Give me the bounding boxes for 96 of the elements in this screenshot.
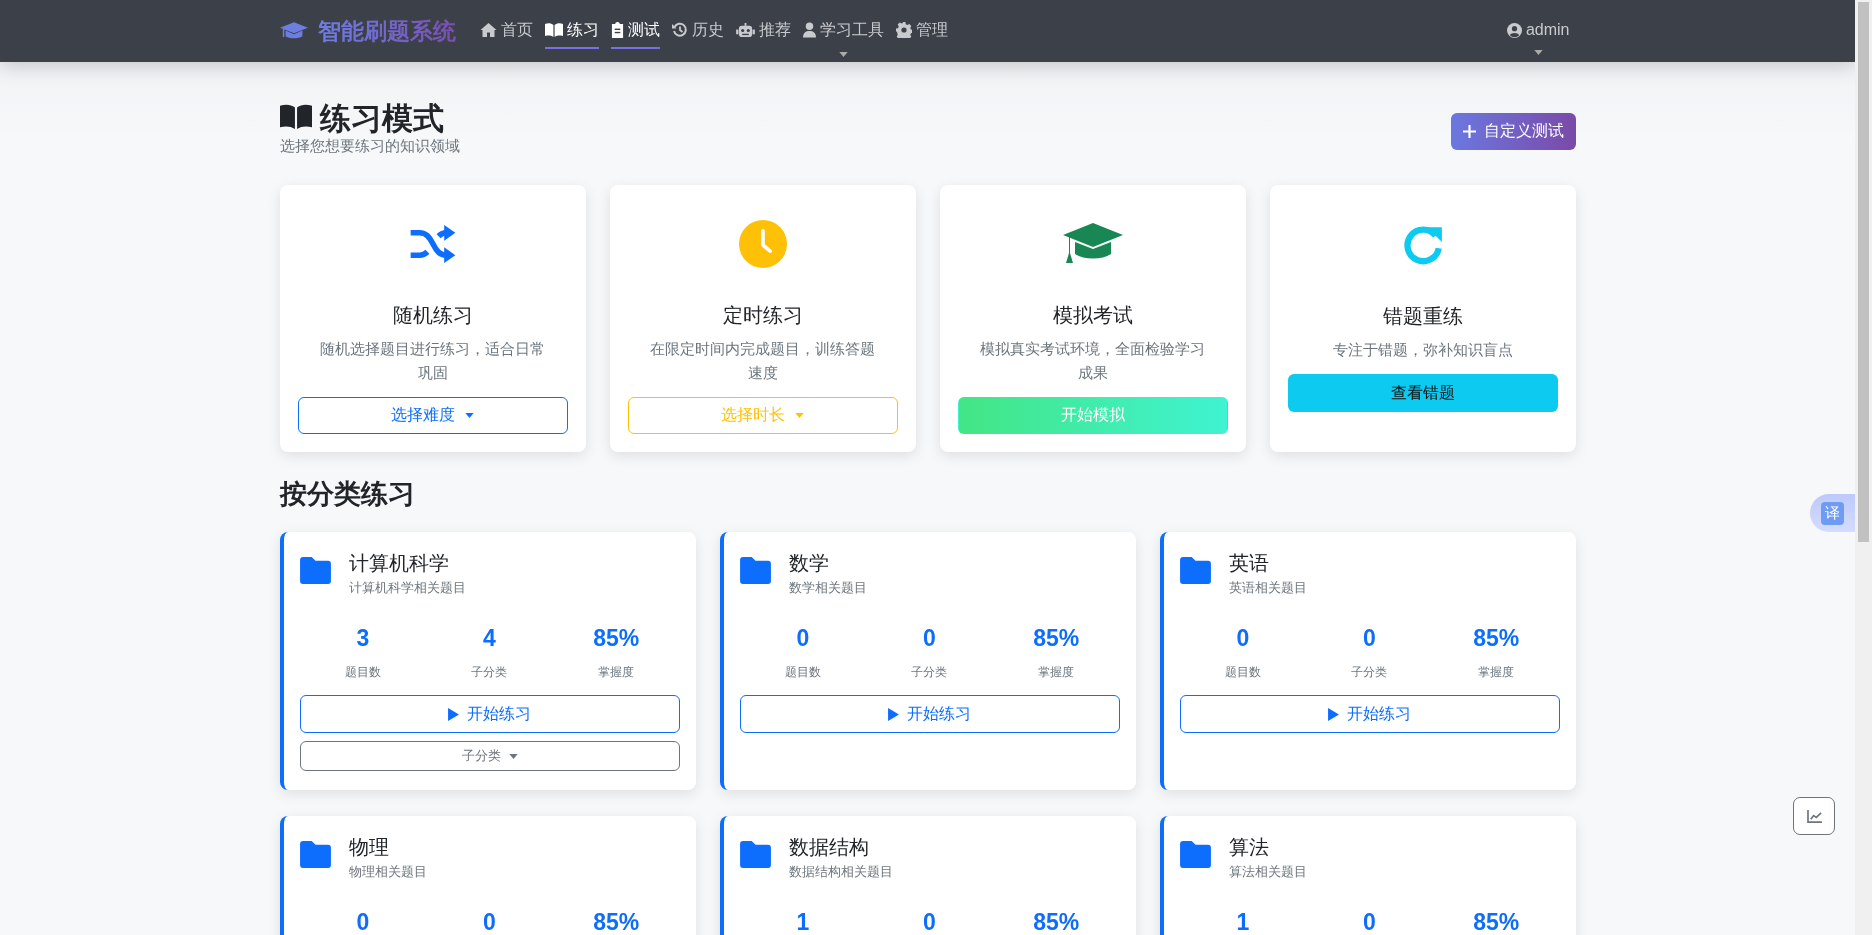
- user-menu[interactable]: admin: [1506, 15, 1570, 47]
- mode-description: 专注于错题，弥补知识盲点: [1331, 340, 1514, 361]
- clock-icon: [738, 219, 787, 268]
- start-practice-button[interactable]: 开始练习: [739, 695, 1120, 734]
- mode-title: 模拟考试: [1052, 303, 1133, 328]
- category-description: 计算机科学相关题目: [348, 579, 466, 598]
- start-practice-button[interactable]: 开始练习: [1179, 695, 1560, 734]
- stat-value: 0: [482, 909, 497, 935]
- mode-title: 随机练习: [392, 303, 473, 328]
- stat-value: 0: [355, 909, 371, 935]
- stat-value: 0: [922, 625, 937, 653]
- stat-value: 0: [1235, 625, 1251, 653]
- dropdown-button[interactable]: 选择难度: [297, 397, 568, 435]
- shuffle-icon: [409, 224, 456, 263]
- mode-description: 随机选择题目进行练习，适合日常巩固: [319, 339, 546, 383]
- folder-icon: [299, 557, 331, 585]
- book-icon: [279, 104, 312, 130]
- clipboard-icon: [610, 22, 624, 38]
- book-icon: [544, 23, 563, 37]
- user-icon: [802, 22, 816, 38]
- scrollbar[interactable]: [1855, 0, 1872, 935]
- stat-label: 题目数: [343, 664, 382, 682]
- stat-value: 85%: [592, 625, 641, 653]
- stat-value: 0: [1362, 909, 1377, 935]
- caret-icon: [465, 413, 474, 419]
- custom-test-button[interactable]: 自定义测试: [1450, 113, 1576, 150]
- line-chart-icon: [1806, 809, 1822, 823]
- stat-value: 1: [795, 909, 811, 935]
- mode-description: 在限定时间内完成题目，训练答题速度: [649, 339, 876, 383]
- nav-link[interactable]: 历史: [671, 13, 724, 49]
- nav-link[interactable]: 练习: [544, 13, 599, 49]
- stat-label: 子分类: [470, 664, 509, 682]
- stat-label: 题目数: [1223, 664, 1262, 682]
- nav-dropdown[interactable]: 学习工具: [802, 13, 884, 49]
- stat-value: 0: [1362, 625, 1377, 653]
- folder-icon: [739, 841, 771, 869]
- stat-value: 85%: [592, 909, 641, 935]
- play-icon: [1328, 707, 1339, 721]
- chart-button[interactable]: [1793, 797, 1835, 835]
- mode-title: 定时练习: [722, 303, 803, 328]
- stat-label: 子分类: [1350, 664, 1389, 682]
- play-icon: [448, 707, 459, 721]
- mode-button[interactable]: 查看错题: [1287, 374, 1558, 413]
- stat-value: 4: [482, 625, 497, 653]
- history-icon: [671, 22, 688, 38]
- stat-value: 85%: [1032, 625, 1081, 653]
- stat-label: 子分类: [910, 664, 949, 682]
- stat-value: 0: [795, 625, 811, 653]
- home-icon: [479, 22, 497, 38]
- stat-label: 掌握度: [597, 664, 636, 682]
- folder-icon: [1179, 557, 1211, 585]
- stat-value: 85%: [1472, 909, 1521, 935]
- category-name: 数学: [788, 551, 830, 577]
- category-description: 英语相关题目: [1228, 579, 1307, 598]
- folder-icon: [299, 841, 331, 869]
- folder-icon: [739, 557, 771, 585]
- redo-icon: [1401, 223, 1444, 266]
- category-description: 数据结构相关题目: [788, 863, 893, 882]
- gear-icon: [895, 22, 912, 38]
- stat-value: 3: [355, 625, 371, 653]
- graduation-cap-icon: [279, 21, 308, 41]
- plus-icon: [1462, 125, 1476, 138]
- mode-title: 错题重练: [1382, 304, 1463, 330]
- category-description: 数学相关题目: [788, 579, 867, 598]
- category-name: 算法: [1228, 835, 1270, 861]
- nav-link[interactable]: 测试: [610, 13, 660, 49]
- play-icon: [888, 707, 899, 721]
- mode-description: 模拟真实考试环境，全面检验学习成果: [979, 339, 1206, 383]
- nav-link[interactable]: 首页: [479, 13, 533, 49]
- stat-label: 掌握度: [1037, 664, 1076, 682]
- stat-value: 85%: [1472, 625, 1521, 653]
- section-title: 按分类练习: [279, 478, 416, 512]
- stat-value: 1: [1235, 909, 1251, 935]
- user-circle-icon: [1506, 22, 1522, 38]
- category-name: 英语: [1228, 551, 1270, 577]
- page-title: 练习模式: [319, 100, 444, 138]
- category-description: 物理相关题目: [348, 863, 427, 882]
- category-name: 计算机科学: [348, 551, 450, 577]
- stat-label: 题目数: [783, 664, 822, 682]
- page-subtitle: 选择您想要练习的知识领域: [279, 137, 460, 157]
- stat-value: 0: [922, 909, 937, 935]
- subcategory-dropdown[interactable]: 子分类: [299, 741, 680, 772]
- nav-link[interactable]: 推荐: [735, 13, 791, 49]
- caret-icon: [508, 753, 518, 759]
- graduation-cap-icon: [1062, 222, 1123, 265]
- start-practice-button[interactable]: 开始练习: [299, 695, 680, 734]
- folder-icon: [1179, 841, 1211, 869]
- category-name: 物理: [348, 835, 390, 861]
- category-name: 数据结构: [788, 835, 870, 861]
- stat-label: 掌握度: [1477, 664, 1516, 682]
- stat-value: 85%: [1032, 909, 1081, 935]
- nav-link[interactable]: 管理: [895, 13, 948, 49]
- caret-icon: [795, 413, 804, 419]
- robot-icon: [735, 22, 755, 38]
- category-description: 算法相关题目: [1228, 863, 1307, 882]
- translate-button[interactable]: 译: [1810, 494, 1855, 532]
